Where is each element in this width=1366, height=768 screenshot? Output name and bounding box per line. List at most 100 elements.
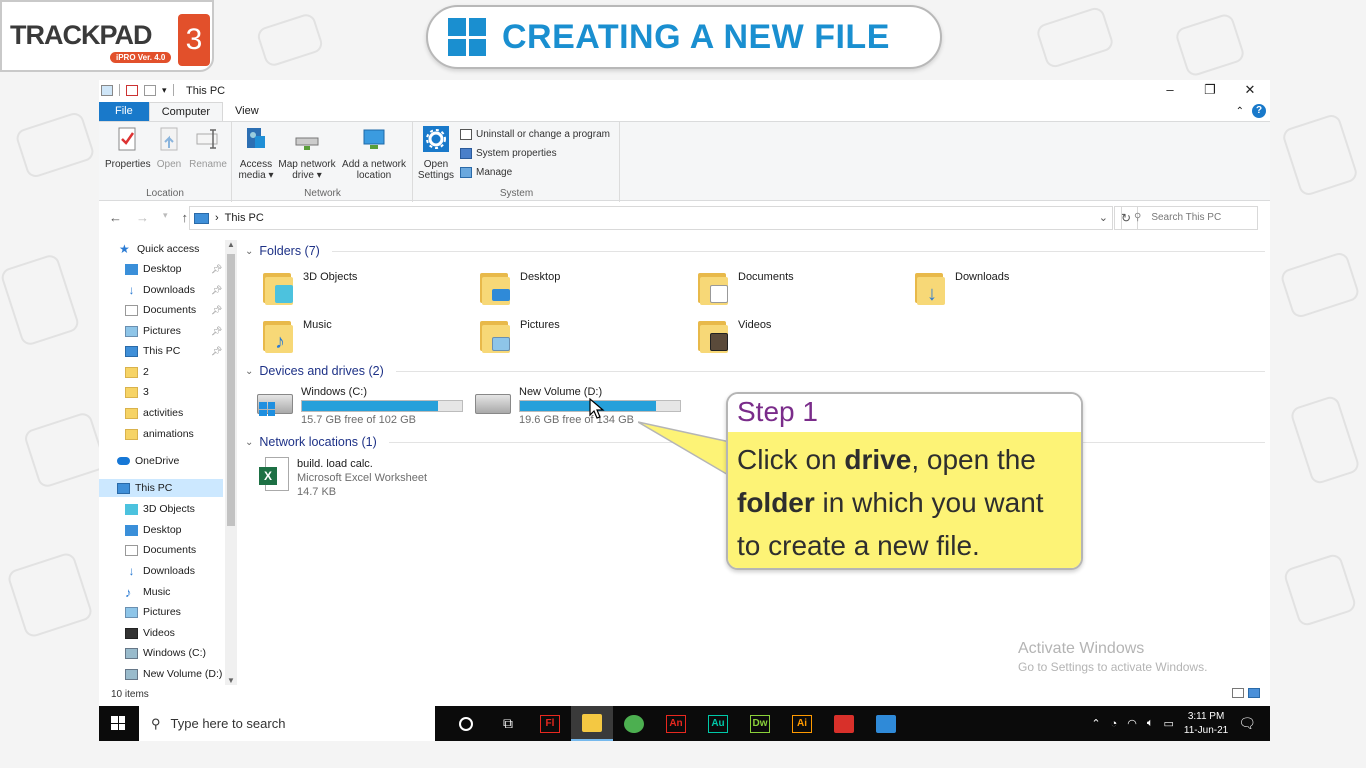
large-icons-view-icon[interactable] [1248,688,1260,698]
collapse-chevron-icon[interactable]: ⌄ [245,437,253,448]
nav-item[interactable]: activities [125,404,183,422]
network-file-item[interactable]: X build. load calc. Microsoft Excel Work… [259,457,427,499]
breadcrumb-this-pc[interactable]: This PC [225,207,264,229]
map-network-drive-button[interactable]: Map network drive ▾ [276,126,338,181]
back-arrow-icon[interactable]: ← [109,210,122,225]
nav-item[interactable]: OneDrive [117,452,179,470]
breadcrumb-chevron-icon[interactable]: › [215,207,219,229]
properties-icon[interactable] [126,84,138,96]
uninstall-program-button[interactable]: Uninstall or change a program [460,129,610,140]
taskbar-app-icon[interactable]: Fl [529,706,571,741]
taskbar-app-icon[interactable] [865,706,907,741]
nav-item[interactable]: Pictures [125,603,181,621]
nav-scrollbar[interactable]: ▲ ▼ [225,240,237,685]
nav-item[interactable]: 3 [125,383,149,401]
nav-item[interactable]: 2 [125,363,149,381]
nav-item[interactable]: Pictures 📌︎ [125,322,222,340]
drive-icon [125,647,138,659]
taskbar-search-input[interactable]: ⚲ Type here to search [139,706,435,741]
folder-videos[interactable]: Videos [698,317,771,355]
folder-documents[interactable]: Documents [698,269,794,307]
collapse-chevron-icon[interactable]: ⌄ [245,366,253,377]
address-bar[interactable]: › This PC ⌄ [189,206,1113,230]
rename-button[interactable]: Rename [188,126,228,170]
manage-button[interactable]: Manage [460,167,512,178]
nav-item[interactable]: Desktop [125,521,182,539]
cortana-icon[interactable] [445,706,487,741]
drive-windows-c[interactable]: Windows (C:) 15.7 GB free of 102 GB [257,386,463,426]
taskbar-app-icon[interactable] [613,706,655,741]
nav-item[interactable]: ★ Quick access [119,240,199,258]
details-view-icon[interactable] [1232,688,1244,698]
settings-gear-icon [423,126,449,152]
taskbar-app-icon[interactable]: Au [697,706,739,741]
add-network-location-button[interactable]: Add a network location [339,126,409,181]
taskbar-app-icon[interactable] [571,706,613,741]
taskbar-app-icon[interactable]: Ai [781,706,823,741]
recent-locations-icon[interactable]: ▾ [163,210,168,225]
nav-scrollbar-thumb[interactable] [227,254,235,526]
clock[interactable]: 3:11 PM 11-Jun-21 [1184,710,1228,738]
folder-downloads[interactable]: ↓ Downloads [915,269,1009,307]
system-properties-button[interactable]: System properties [460,148,557,159]
folder-label: 3D Objects [303,271,358,283]
open-button[interactable]: Open [154,126,184,170]
new-folder-icon[interactable] [144,84,156,96]
ribbon-collapse-icon[interactable]: ⌃ [1236,106,1244,117]
nav-item[interactable]: Desktop 📌︎ [125,260,222,278]
search-input[interactable]: ⚲ Search This PC [1121,206,1258,230]
taskbar-app-icon[interactable]: Dw [739,706,781,741]
nav-item[interactable]: Documents [125,541,196,559]
nav-item-label: Desktop [143,263,182,275]
collapse-chevron-icon[interactable]: ⌄ [245,246,253,257]
nav-item[interactable]: New Volume (D:) [125,665,222,683]
nav-item[interactable]: ↓ Downloads [125,562,195,580]
notifications-icon[interactable]: 🗨︎ [1238,715,1256,732]
task-view-icon[interactable]: ⧉ [487,706,529,741]
wifi-icon[interactable]: ◠ [1127,717,1137,730]
nav-item[interactable]: ♪ Music [125,583,170,601]
show-hidden-icons-icon[interactable]: ⌃ [1091,717,1100,730]
network-status-icon[interactable]: ◔ [1111,718,1118,730]
start-button[interactable] [111,716,125,730]
section-folders[interactable]: ⌄ Folders (7) [245,244,1265,258]
pin-icon[interactable]: 📌︎ [211,326,222,337]
nav-item[interactable]: ↓ Downloads 📌︎ [125,281,223,299]
open-settings-button[interactable]: Open Settings [416,126,456,181]
section-devices[interactable]: ⌄ Devices and drives (2) [245,364,1265,378]
volume-icon[interactable]: 🔈︎ [1147,717,1154,730]
nav-item[interactable]: This PC 📌︎ [125,342,222,360]
nav-item[interactable]: 3D Objects [125,500,195,518]
computer-icon [101,84,113,96]
customize-toolbar-icon[interactable]: ▾ [162,85,167,96]
address-dropdown-icon[interactable]: ⌄ [1099,207,1108,229]
close-button[interactable]: ✕ [1230,80,1270,102]
properties-button[interactable]: Properties [105,126,151,170]
taskbar-app-icon[interactable]: An [655,706,697,741]
battery-icon[interactable]: ▭ [1164,717,1174,730]
pin-icon[interactable]: 📌︎ [211,264,222,275]
access-media-button[interactable]: Access media ▾ [237,126,275,181]
restore-button[interactable]: ❐ [1190,80,1230,102]
folder-desktop[interactable]: Desktop [480,269,560,307]
minimize-button[interactable]: – [1150,80,1190,102]
nav-item[interactable]: animations [125,425,194,443]
pin-icon[interactable]: 📌︎ [211,285,222,296]
folder-3d-objects[interactable]: 3D Objects [263,269,357,307]
nav-item-label: animations [143,428,194,440]
pin-icon[interactable]: 📌︎ [211,346,222,357]
nav-item[interactable]: This PC [99,479,223,497]
up-arrow-icon[interactable]: ↑ [182,210,189,225]
nav-item[interactable]: Videos [125,624,175,642]
forward-arrow-icon[interactable]: → [136,210,149,225]
nav-item[interactable]: Documents 📌︎ [125,301,222,319]
tab-computer[interactable]: Computer [148,102,224,121]
tab-view[interactable]: View [223,102,271,121]
folder-music[interactable]: ♪ Music [263,317,332,355]
nav-item[interactable]: Windows (C:) [125,644,206,662]
folder-pictures[interactable]: Pictures [480,317,560,355]
tab-file[interactable]: File [99,102,149,121]
pin-icon[interactable]: 📌︎ [211,305,222,316]
taskbar-app-icon[interactable] [823,706,865,741]
help-icon[interactable]: ? [1252,104,1266,118]
